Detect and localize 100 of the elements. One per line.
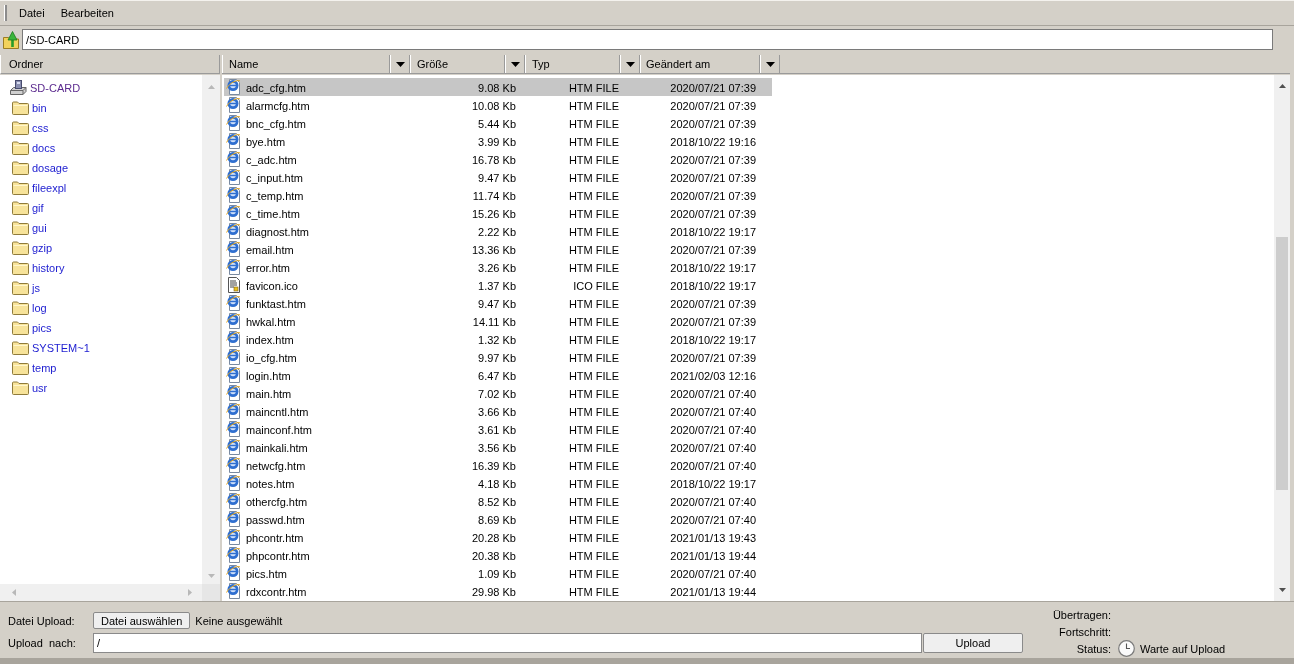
- tree-item[interactable]: SD-CARD: [0, 78, 81, 98]
- file-row[interactable]: phpcontr.htm 20.38 Kb HTM FILE 2021/01/13 19:44: [224, 546, 772, 564]
- file-name[interactable]: error.htm: [244, 259, 290, 275]
- folder-up-icon[interactable]: [3, 30, 21, 49]
- tree-item[interactable]: temp: [0, 358, 57, 378]
- file-name[interactable]: mainconf.htm: [244, 421, 313, 437]
- file-name[interactable]: funktast.htm: [244, 295, 306, 311]
- choose-file-button[interactable]: Datei auswählen: [93, 612, 191, 629]
- file-row[interactable]: c_time.htm 15.26 Kb HTM FILE 2020/07/21 07:39: [224, 204, 772, 222]
- file-name[interactable]: c_temp.htm: [244, 187, 304, 203]
- file-name[interactable]: index.htm: [244, 331, 294, 347]
- tree-item[interactable]: fileexpl: [0, 178, 67, 198]
- file-row[interactable]: maincntl.htm 3.66 Kb HTM FILE 2020/07/21 07:40: [224, 402, 772, 420]
- file-row[interactable]: passwd.htm 8.69 Kb HTM FILE 2020/07/21 07:40: [224, 510, 772, 528]
- file-row[interactable]: login.htm 6.47 Kb HTM FILE 2021/02/03 12:16: [224, 366, 772, 384]
- file-name[interactable]: adc_cfg.htm: [244, 79, 306, 95]
- file-row[interactable]: c_temp.htm 11.74 Kb HTM FILE 2020/07/21 07:39: [224, 186, 772, 204]
- tree-item[interactable]: pics: [0, 318, 52, 338]
- file-row[interactable]: diagnost.htm 2.22 Kb HTM FILE 2018/10/22 19:17: [224, 222, 772, 240]
- web-page-icon: [226, 565, 242, 581]
- tree-item[interactable]: usr: [0, 378, 48, 398]
- file-row[interactable]: phcontr.htm 20.28 Kb HTM FILE 2021/01/13 19:43: [224, 528, 772, 546]
- tree-item[interactable]: gzip: [0, 238, 53, 258]
- column-menu-button[interactable]: [505, 55, 525, 73]
- file-size: 11.74 Kb: [472, 188, 516, 203]
- tree-item[interactable]: SYSTEM~1: [0, 338, 90, 358]
- file-name[interactable]: diagnost.htm: [244, 223, 309, 239]
- tree-item[interactable]: js: [0, 278, 40, 298]
- file-row[interactable]: adc_cfg.htm 9.08 Kb HTM FILE 2020/07/21 07:39: [224, 78, 772, 96]
- file-name[interactable]: favicon.ico: [244, 277, 298, 293]
- file-row[interactable]: index.htm 1.32 Kb HTM FILE 2018/10/22 19:17: [224, 330, 772, 348]
- file-row[interactable]: pics.htm 1.09 Kb HTM FILE 2020/07/21 07:40: [224, 564, 772, 582]
- column-header[interactable]: Typ: [525, 55, 620, 73]
- tree-item[interactable]: bin: [0, 98, 47, 118]
- file-name[interactable]: othercfg.htm: [244, 493, 308, 509]
- tree-item[interactable]: css: [0, 118, 49, 138]
- file-row[interactable]: c_adc.htm 16.78 Kb HTM FILE 2020/07/21 07:39: [224, 150, 772, 168]
- file-name[interactable]: c_input.htm: [244, 169, 303, 185]
- scrollbar[interactable]: [1274, 75, 1290, 601]
- file-name[interactable]: phcontr.htm: [244, 529, 304, 545]
- file-row[interactable]: favicon.ico 1.37 Kb ICO FILE 2018/10/22 19:17: [224, 276, 772, 294]
- file-name[interactable]: mainkali.htm: [244, 439, 308, 455]
- file-name[interactable]: main.htm: [244, 385, 292, 401]
- file-name[interactable]: login.htm: [244, 367, 291, 383]
- file-name[interactable]: bnc_cfg.htm: [244, 115, 306, 131]
- file-name[interactable]: maincntl.htm: [244, 403, 309, 419]
- file-row[interactable]: bnc_cfg.htm 5.44 Kb HTM FILE 2020/07/21 07:39: [224, 114, 772, 132]
- file-name[interactable]: email.htm: [244, 241, 294, 257]
- upload-path-field[interactable]: /: [93, 632, 922, 653]
- tree-item[interactable]: gif: [0, 198, 44, 218]
- column-menu-button[interactable]: [390, 55, 410, 73]
- file-name[interactable]: notes.htm: [244, 475, 295, 491]
- file-row[interactable]: main.htm 7.02 Kb HTM FILE 2020/07/21 07:40: [224, 384, 772, 402]
- file-name[interactable]: netwcfg.htm: [244, 457, 306, 473]
- tree-item[interactable]: docs: [0, 138, 56, 158]
- arrow-left-icon[interactable]: [12, 589, 16, 596]
- file-row[interactable]: email.htm 13.36 Kb HTM FILE 2020/07/21 07:39: [224, 240, 772, 258]
- file-name[interactable]: io_cfg.htm: [244, 349, 297, 365]
- address-field[interactable]: /SD-CARD: [22, 29, 1273, 50]
- file-row[interactable]: c_input.htm 9.47 Kb HTM FILE 2020/07/21 07:39: [224, 168, 772, 186]
- column-menu-button[interactable]: [760, 55, 780, 73]
- tree-item[interactable]: log: [0, 298, 47, 318]
- arrow-right-icon[interactable]: [188, 589, 192, 596]
- menu-item[interactable]: Bearbeiten: [52, 3, 122, 23]
- file-row[interactable]: netwcfg.htm 16.39 Kb HTM FILE 2020/07/21 07:40: [224, 456, 772, 474]
- arrow-up-icon[interactable]: [1278, 84, 1286, 88]
- file-row[interactable]: bye.htm 3.99 Kb HTM FILE 2018/10/22 19:16: [224, 132, 772, 150]
- tree-item[interactable]: gui: [0, 218, 47, 238]
- menu-item[interactable]: Datei: [11, 3, 53, 23]
- file-name[interactable]: c_time.htm: [244, 205, 300, 221]
- tree-item[interactable]: dosage: [0, 158, 69, 178]
- scrollbar-thumb[interactable]: [1276, 237, 1288, 490]
- file-row[interactable]: funktast.htm 9.47 Kb HTM FILE 2020/07/21 07:39: [224, 294, 772, 312]
- column-menu-button[interactable]: [620, 55, 640, 73]
- file-name[interactable]: passwd.htm: [244, 511, 305, 527]
- file-name[interactable]: alarmcfg.htm: [244, 97, 310, 113]
- file-row[interactable]: othercfg.htm 8.52 Kb HTM FILE 2020/07/21 07:40: [224, 492, 772, 510]
- file-row[interactable]: io_cfg.htm 9.97 Kb HTM FILE 2020/07/21 07:39: [224, 348, 772, 366]
- file-row[interactable]: alarmcfg.htm 10.08 Kb HTM FILE 2020/07/21 07:39: [224, 96, 772, 114]
- file-name[interactable]: rdxcontr.htm: [244, 583, 307, 599]
- arrow-down-icon[interactable]: [1278, 588, 1286, 592]
- column-header[interactable]: Name: [222, 55, 390, 73]
- file-row[interactable]: notes.htm 4.18 Kb HTM FILE 2018/10/22 19:17: [224, 474, 772, 492]
- web-page-icon: [226, 97, 242, 113]
- column-header[interactable]: Geändert am: [640, 55, 760, 73]
- folder-icon: [12, 341, 29, 355]
- upload-button[interactable]: Upload: [923, 632, 1023, 653]
- scrollbar[interactable]: [0, 584, 202, 601]
- file-name[interactable]: bye.htm: [244, 133, 286, 149]
- file-name[interactable]: pics.htm: [244, 565, 287, 581]
- tree-item[interactable]: history: [0, 258, 65, 278]
- file-row[interactable]: error.htm 3.26 Kb HTM FILE 2018/10/22 19:17: [224, 258, 772, 276]
- file-name[interactable]: c_adc.htm: [244, 151, 297, 167]
- file-row[interactable]: hwkal.htm 14.11 Kb HTM FILE 2020/07/21 07:39: [224, 312, 772, 330]
- file-row[interactable]: mainkali.htm 3.56 Kb HTM FILE 2020/07/21 07:40: [224, 438, 772, 456]
- file-name[interactable]: phpcontr.htm: [244, 547, 310, 563]
- file-row[interactable]: rdxcontr.htm 29.98 Kb HTM FILE 2021/01/13 19:44: [224, 582, 772, 600]
- column-header[interactable]: Größe: [410, 55, 505, 73]
- file-name[interactable]: hwkal.htm: [244, 313, 296, 329]
- file-row[interactable]: mainconf.htm 3.61 Kb HTM FILE 2020/07/21 07:40: [224, 420, 772, 438]
